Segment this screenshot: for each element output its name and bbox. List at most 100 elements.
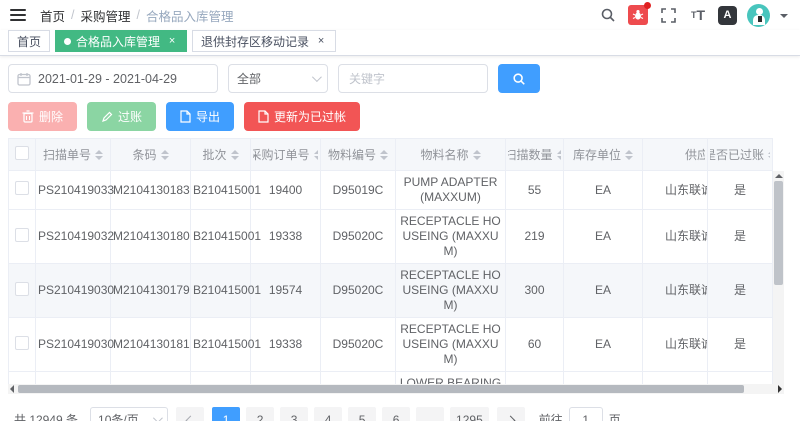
- table-row: PS210419032 M2104130180 B210415001 19338…: [9, 210, 773, 264]
- chevron-left-icon: [185, 415, 195, 421]
- col-header-material-no[interactable]: 物料编号: [321, 139, 396, 171]
- main-content: 2021-01-29 - 2021-04-29 全部 删除 过账 导出 更新为已…: [0, 56, 800, 421]
- bug-icon[interactable]: [628, 5, 648, 25]
- pagination: 共 12949 条 10条/页 123456...1295 前往 页: [14, 407, 792, 421]
- cell-posted: 是: [708, 264, 773, 318]
- post-button[interactable]: 过账: [87, 102, 156, 131]
- col-header-supplier[interactable]: 供应商: [643, 139, 708, 171]
- row-checkbox[interactable]: [15, 282, 29, 296]
- col-header-posted[interactable]: 是否已过账: [708, 139, 773, 171]
- sort-icon[interactable]: [380, 150, 388, 160]
- trash-icon: [22, 110, 34, 123]
- tab-qualified-inbound[interactable]: 合格品入库管理 ×: [55, 30, 187, 52]
- row-checkbox[interactable]: [15, 336, 29, 350]
- table-body: PS210419033 M2104130183 B210415001 19400…: [9, 171, 773, 384]
- cell-supplier: 山东联诚: [643, 372, 708, 385]
- export-button[interactable]: 导出: [166, 102, 234, 131]
- tab-home[interactable]: 首页: [8, 30, 50, 52]
- page-button-1295[interactable]: 1295: [450, 407, 489, 421]
- cell-barcode: M2104130181: [111, 318, 191, 372]
- keyword-input[interactable]: [338, 64, 488, 93]
- cell-supplier: 山东联诚: [643, 171, 708, 210]
- col-header-stock-unit[interactable]: 库存单位: [564, 139, 643, 171]
- breadcrumb-home[interactable]: 首页: [40, 6, 65, 25]
- sort-icon[interactable]: [557, 150, 561, 160]
- cell-po-no: 19400: [251, 171, 321, 210]
- page-button-1[interactable]: 1: [212, 407, 240, 421]
- hamburger-icon[interactable]: [10, 9, 26, 21]
- cell-scan-qty: 60: [506, 318, 564, 372]
- horizontal-scrollbar[interactable]: [8, 384, 784, 394]
- scroll-left-arrow[interactable]: [10, 385, 14, 393]
- goto-page-input[interactable]: [569, 407, 603, 421]
- col-header-batch[interactable]: 批次: [191, 139, 251, 171]
- delete-button[interactable]: 删除: [8, 102, 77, 131]
- update-posted-button[interactable]: 更新为已过帐: [244, 102, 360, 131]
- page-size-select[interactable]: 10条/页: [90, 407, 168, 421]
- fullscreen-icon[interactable]: [658, 5, 678, 25]
- col-header-scan-no[interactable]: 扫描单号: [36, 139, 111, 171]
- cell-posted: 是: [708, 210, 773, 264]
- search-icon: [512, 72, 526, 86]
- page-button-3[interactable]: 3: [280, 407, 308, 421]
- close-icon[interactable]: ×: [166, 35, 178, 47]
- col-header-po-no[interactable]: 采购订单号: [251, 139, 321, 171]
- breadcrumb-purchase[interactable]: 采购管理: [81, 6, 131, 25]
- scroll-right-arrow[interactable]: [778, 385, 782, 393]
- table-row: PS210419029 M2104130176 B210415001 19574…: [9, 372, 773, 385]
- cell-material-name: RECEPTACLE HOUSEING (MAXXUM): [396, 264, 506, 318]
- sort-icon[interactable]: [625, 150, 633, 160]
- pen-icon: [101, 111, 113, 123]
- prev-page-button[interactable]: [176, 407, 204, 421]
- type-select[interactable]: 全部: [228, 64, 328, 93]
- page-button-5[interactable]: 5: [348, 407, 376, 421]
- row-checkbox[interactable]: [15, 228, 29, 242]
- font-size-icon[interactable]: TT: [688, 5, 708, 25]
- next-page-button[interactable]: [497, 407, 525, 421]
- cell-supplier: 山东联诚: [643, 264, 708, 318]
- breadcrumb-current: 合格品入库管理: [146, 6, 234, 25]
- page-button-4[interactable]: 4: [314, 407, 342, 421]
- cell-batch: B210415001: [191, 264, 251, 318]
- tab-return-storage[interactable]: 退供封存区移动记录 ×: [192, 30, 336, 52]
- cell-scan-no: PS210419030: [36, 264, 111, 318]
- vertical-scroll-thumb[interactable]: [774, 181, 783, 285]
- cell-barcode: M2104130176: [111, 372, 191, 385]
- translate-icon[interactable]: A: [718, 6, 737, 25]
- cell-scan-no: PS210419030: [36, 318, 111, 372]
- horizontal-scroll-thumb[interactable]: [18, 385, 744, 393]
- table-row: PS210419030 M2104130179 B210415001 19574…: [9, 264, 773, 318]
- cell-stock-unit: EA: [564, 210, 643, 264]
- close-icon[interactable]: ×: [315, 35, 327, 47]
- cell-batch: B210415001: [191, 318, 251, 372]
- breadcrumb-separator: /: [137, 8, 140, 22]
- sort-icon[interactable]: [95, 150, 103, 160]
- scroll-up-arrow[interactable]: [775, 174, 783, 178]
- date-range-picker[interactable]: 2021-01-29 - 2021-04-29: [8, 64, 218, 93]
- cell-scan-qty: 300: [506, 372, 564, 385]
- row-checkbox[interactable]: [15, 181, 29, 195]
- sort-icon[interactable]: [473, 150, 481, 160]
- search-icon[interactable]: [598, 5, 618, 25]
- search-button[interactable]: [498, 64, 540, 93]
- page-ellipsis[interactable]: ...: [416, 407, 444, 421]
- col-header-material-name[interactable]: 物料名称: [396, 139, 506, 171]
- page-button-6[interactable]: 6: [382, 407, 410, 421]
- select-all-checkbox[interactable]: [15, 146, 29, 160]
- page-button-2[interactable]: 2: [246, 407, 274, 421]
- cell-batch: B210415001: [191, 210, 251, 264]
- col-header-barcode[interactable]: 条码: [111, 139, 191, 171]
- cell-supplier: 山东联诚: [643, 318, 708, 372]
- sort-icon[interactable]: [768, 150, 770, 160]
- vertical-scrollbar[interactable]: [773, 171, 784, 393]
- sort-icon[interactable]: [161, 150, 169, 160]
- user-avatar[interactable]: [747, 4, 770, 27]
- sort-icon[interactable]: [231, 150, 239, 160]
- cell-po-no: 19338: [251, 210, 321, 264]
- col-header-scan-qty[interactable]: 扫描数量: [506, 139, 564, 171]
- table-row: PS210419033 M2104130183 B210415001 19400…: [9, 171, 773, 210]
- cell-stock-unit: EA: [564, 171, 643, 210]
- sort-icon[interactable]: [314, 150, 318, 160]
- cell-material-no: D95019C: [321, 171, 396, 210]
- caret-down-icon[interactable]: [780, 14, 788, 22]
